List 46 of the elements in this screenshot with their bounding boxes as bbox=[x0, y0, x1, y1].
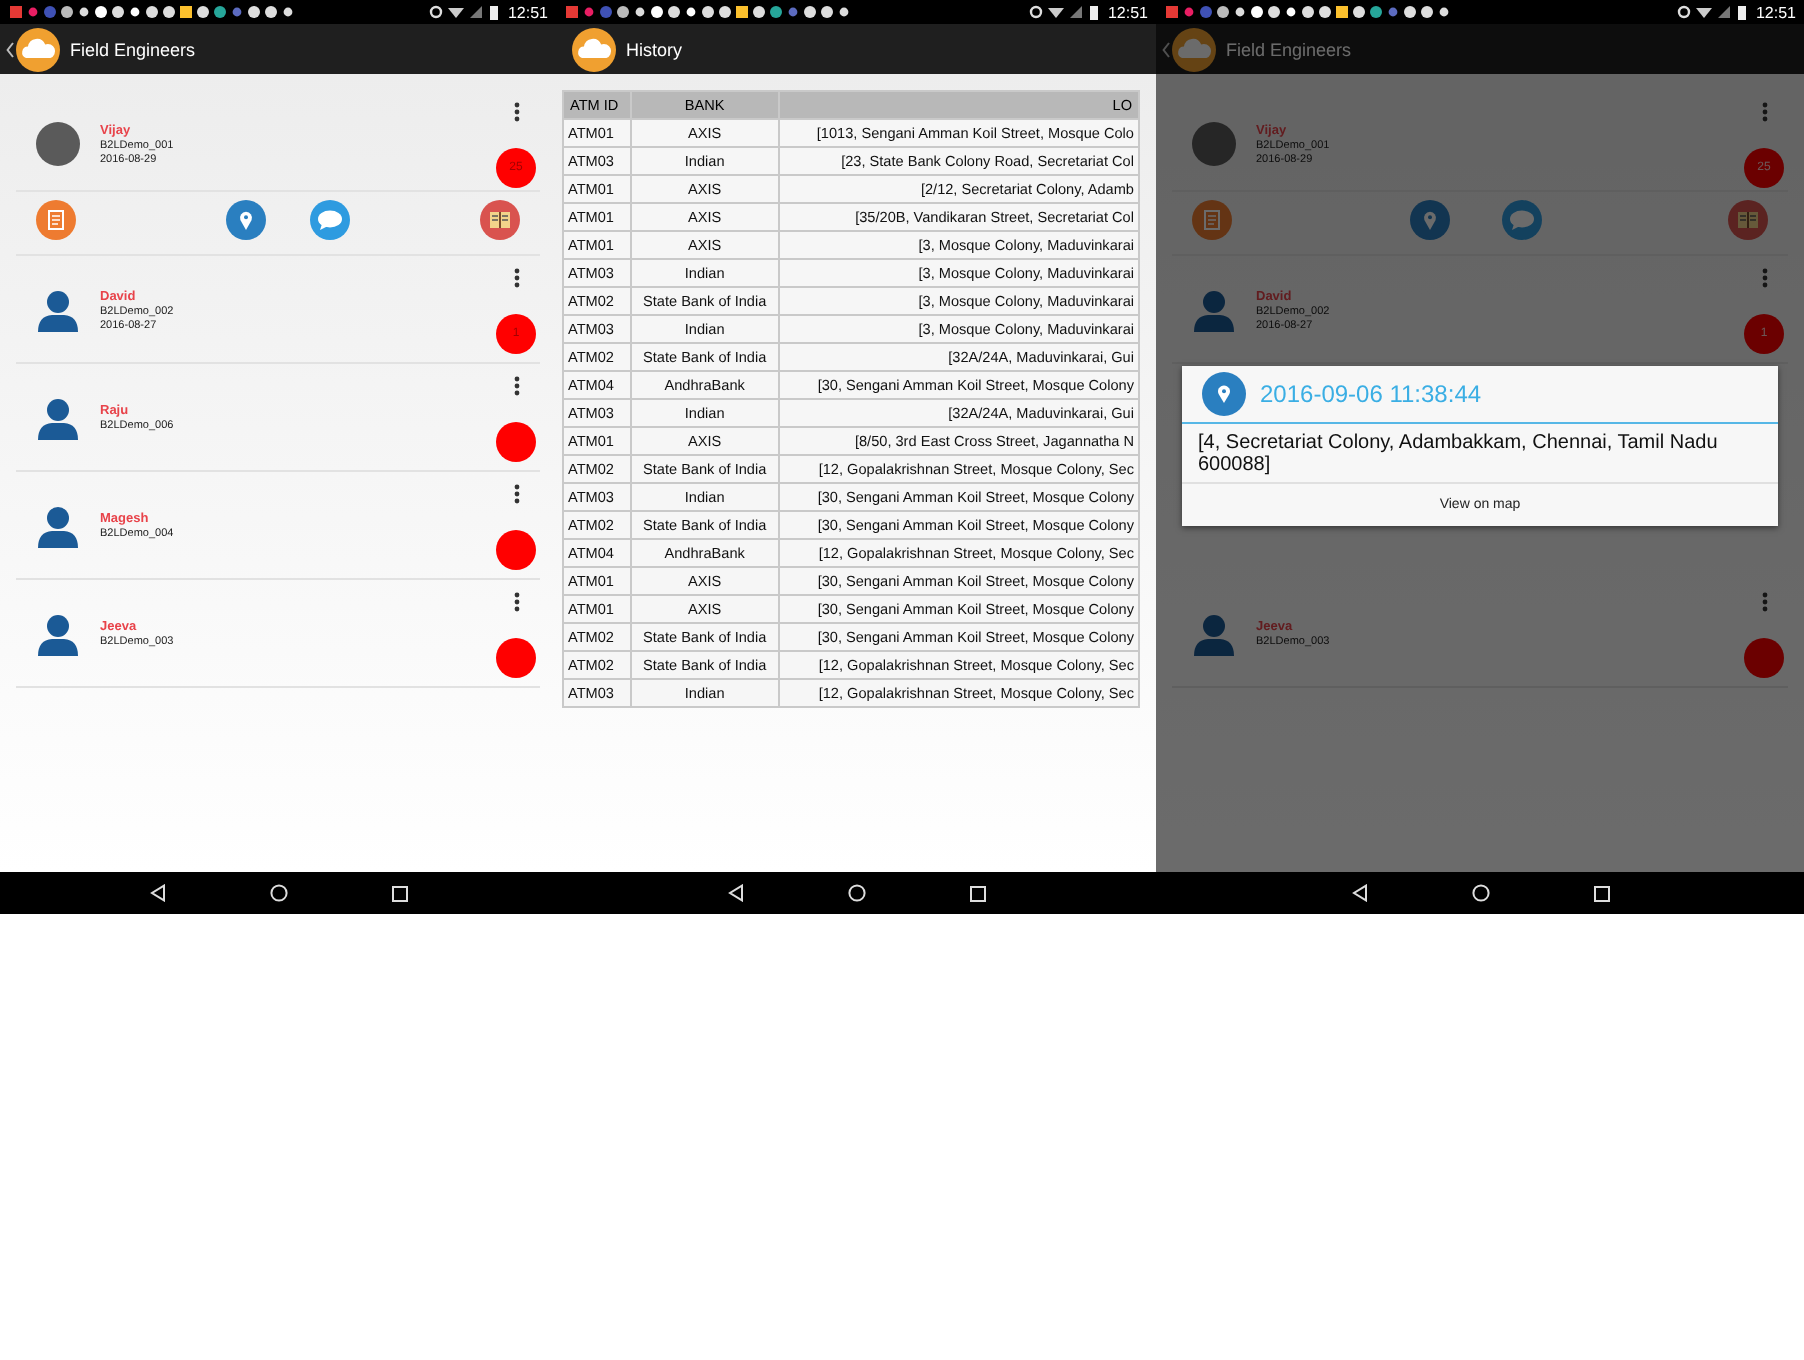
book-icon[interactable] bbox=[480, 200, 520, 240]
home-nav-icon[interactable] bbox=[847, 884, 865, 902]
person-silhouette-icon bbox=[36, 504, 80, 548]
more-options-icon[interactable] bbox=[513, 592, 519, 612]
chat-bubble-icon[interactable] bbox=[309, 200, 350, 240]
screen-title: History bbox=[626, 39, 683, 59]
location-pin-icon[interactable] bbox=[226, 200, 267, 240]
location-pin-icon bbox=[1202, 372, 1246, 416]
back-nav-icon[interactable] bbox=[149, 884, 165, 902]
back-nav-icon[interactable] bbox=[1351, 884, 1367, 902]
back-chevron-icon[interactable] bbox=[6, 41, 14, 57]
recents-nav-icon[interactable] bbox=[1593, 885, 1609, 901]
avatar-photo-placeholder bbox=[36, 122, 80, 166]
more-options-icon[interactable] bbox=[513, 268, 519, 288]
cloud-logo-icon bbox=[16, 27, 60, 71]
recents-nav-icon[interactable] bbox=[391, 885, 407, 901]
screen-title: Field Engineers bbox=[1226, 39, 1352, 59]
document-icon[interactable] bbox=[36, 200, 76, 240]
person-silhouette-icon bbox=[1192, 612, 1236, 656]
avatar-photo-placeholder bbox=[1192, 122, 1236, 166]
more-options-icon[interactable] bbox=[513, 376, 519, 396]
clock-time: 12:51 bbox=[507, 3, 548, 21]
status-dot bbox=[496, 530, 536, 570]
home-nav-icon[interactable] bbox=[269, 884, 287, 902]
more-options-icon[interactable] bbox=[513, 102, 519, 122]
more-options-icon[interactable] bbox=[513, 484, 519, 504]
home-nav-icon[interactable] bbox=[1471, 884, 1489, 902]
clock-time: 12:51 bbox=[1755, 3, 1796, 21]
status-dot bbox=[496, 422, 536, 462]
person-silhouette-icon bbox=[1192, 288, 1236, 332]
status-dot bbox=[1744, 638, 1784, 678]
person-silhouette-icon bbox=[36, 396, 80, 440]
person-silhouette-icon bbox=[36, 288, 80, 332]
person-silhouette-icon bbox=[36, 612, 80, 656]
clock-time: 12:51 bbox=[1107, 3, 1148, 21]
recents-nav-icon[interactable] bbox=[969, 885, 985, 901]
system-status-icons-drawing bbox=[1027, 4, 1100, 20]
system-status-icons-drawing bbox=[1675, 4, 1748, 20]
cloud-logo-icon bbox=[572, 27, 616, 71]
back-nav-icon[interactable] bbox=[727, 884, 743, 902]
status-dot bbox=[496, 638, 536, 678]
location-pin-icon[interactable] bbox=[1410, 200, 1451, 240]
system-status-icons-drawing bbox=[427, 4, 500, 20]
dialog-title: 2016-09-06 11:38:44 bbox=[1260, 380, 1482, 408]
cloud-logo-icon bbox=[1172, 27, 1216, 71]
screen-title: Field Engineers bbox=[70, 39, 196, 59]
